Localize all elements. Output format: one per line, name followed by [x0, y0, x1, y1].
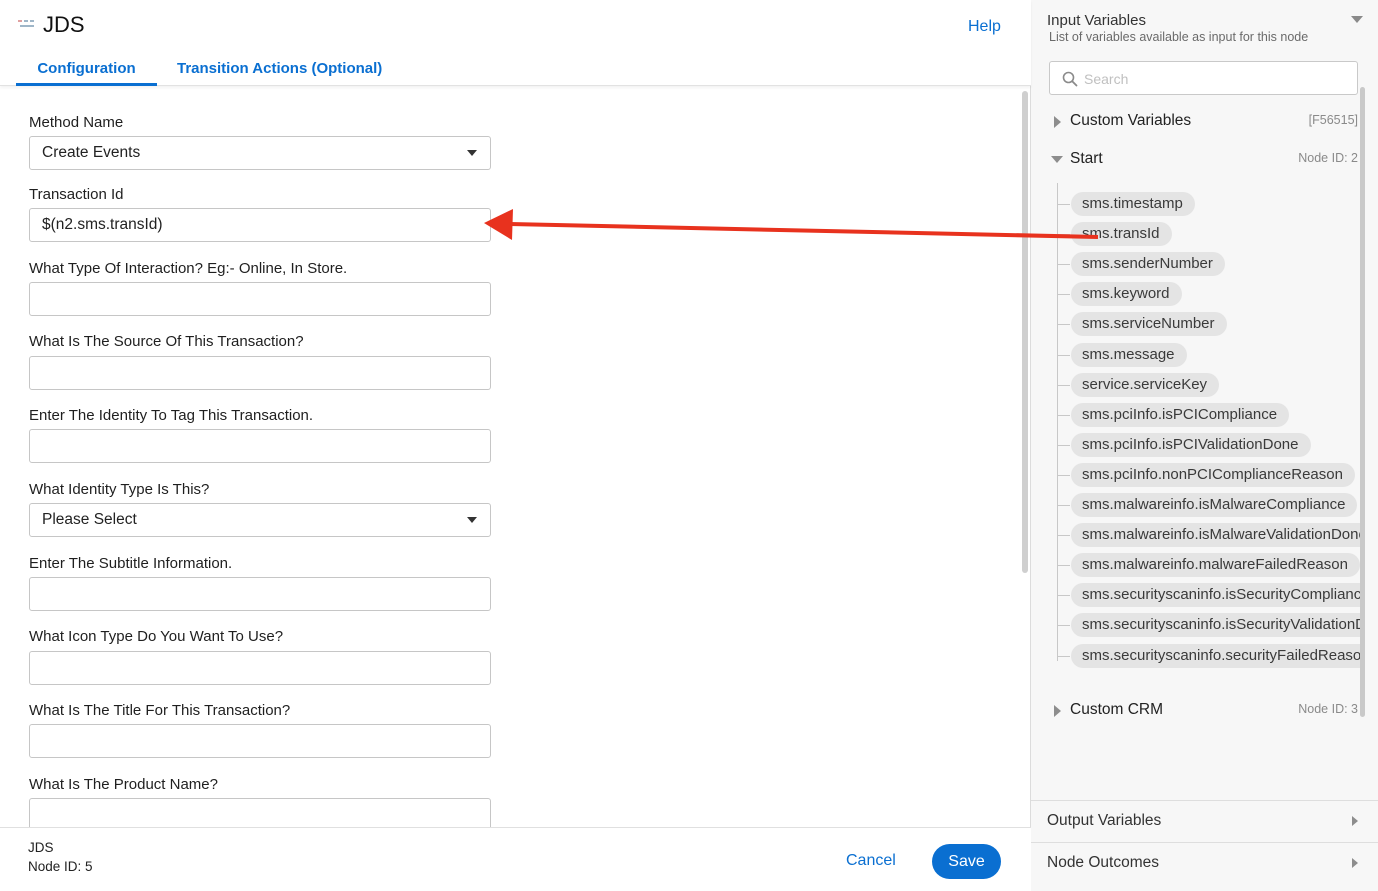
transaction-id-label: Transaction Id	[29, 186, 124, 203]
help-link[interactable]: Help	[968, 18, 1001, 36]
transaction-id-field[interactable]: $(n2.sms.transId)	[29, 208, 491, 242]
output-variables-section[interactable]: Output Variables	[1047, 812, 1161, 830]
tree-branch	[1057, 414, 1070, 416]
variable-pill[interactable]: sms.senderNumber	[1071, 252, 1225, 277]
tree-branch	[1057, 384, 1070, 386]
method-name-label: Method Name	[29, 114, 124, 131]
source-field[interactable]	[29, 356, 491, 390]
variable-pill[interactable]: sms.serviceNumber	[1071, 312, 1227, 337]
identity-field[interactable]	[29, 429, 491, 463]
tree-branch	[1057, 505, 1070, 506]
expand-arrow-icon[interactable]	[1352, 816, 1358, 826]
variable-pill[interactable]: sms.pciInfo.nonPCIComplianceReason	[1071, 462, 1355, 487]
footer-node-id: Node ID: 5	[28, 859, 93, 874]
panel-footer: JDS Node ID: 5 Cancel Save	[0, 827, 1031, 891]
tree-branch	[1057, 294, 1070, 296]
tree-branch	[1057, 204, 1070, 205]
method-name-value: Create Events	[42, 144, 141, 161]
variable-pill[interactable]: sms.malwareinfo.isMalwareValidationDone	[1071, 523, 1360, 548]
group-label: Custom CRM	[1070, 701, 1164, 718]
variable-pill[interactable]: sms.securityscaninfo.isSecurityValidatio…	[1071, 613, 1360, 638]
tree-branch	[1057, 444, 1070, 446]
variable-pill[interactable]: sms.keyword	[1071, 282, 1182, 307]
tree-branch	[1057, 234, 1070, 236]
tree-branch	[1057, 474, 1070, 476]
panel-header: JDS Help Configuration Transition Action…	[0, 0, 1031, 86]
variable-pill[interactable]: sms.malwareinfo.isMalwareCompliance	[1071, 493, 1358, 517]
tree-branch	[1057, 595, 1070, 597]
input-variables-panel: Input Variables List of variables availa…	[1031, 0, 1378, 891]
product-name-field[interactable]	[29, 798, 491, 827]
subtitle-label: Enter The Subtitle Information.	[29, 555, 233, 572]
node-type-icon	[18, 18, 36, 32]
tree-branch	[1057, 324, 1070, 326]
tree-branch	[1057, 655, 1070, 657]
footer-node-name: JDS	[28, 840, 54, 855]
source-label: What Is The Source Of This Transaction?	[29, 333, 304, 350]
title-label: What Is The Title For This Transaction?	[29, 702, 291, 719]
group-meta: Node ID: 3	[1298, 702, 1358, 716]
tree-branch	[1057, 535, 1070, 537]
title-field[interactable]	[29, 724, 491, 758]
cancel-button[interactable]: Cancel	[846, 852, 896, 870]
variable-pill[interactable]: sms.pciInfo.isPCIValidationDone	[1071, 432, 1311, 457]
divider	[1031, 800, 1378, 801]
node-outcomes-section[interactable]: Node Outcomes	[1047, 854, 1159, 872]
chevron-down-icon	[467, 517, 477, 523]
save-button[interactable]: Save	[932, 844, 1001, 879]
config-form: Method Name Create Events Transaction Id…	[0, 87, 1022, 827]
expand-arrow-icon[interactable]	[1352, 858, 1358, 868]
identity-type-label: What Identity Type Is This?	[29, 481, 210, 498]
icon-type-field[interactable]	[29, 651, 491, 685]
tree-branch	[1057, 354, 1070, 356]
form-scrollbar[interactable]	[1022, 91, 1028, 573]
variable-pill[interactable]: sms.securityscaninfo.isSecurityComplianc…	[1071, 583, 1360, 608]
subtitle-field[interactable]	[29, 577, 491, 611]
node-config-panel: JDS Help Configuration Transition Action…	[0, 0, 1031, 891]
identity-type-select[interactable]: Please Select	[29, 503, 491, 537]
variable-pill[interactable]: service.serviceKey	[1071, 372, 1220, 397]
start-variable-list: sms.timestamp sms.transId sms.senderNumber…	[1031, 0, 1360, 891]
icon-type-label: What Icon Type Do You Want To Use?	[29, 628, 284, 645]
tree-branch	[1057, 625, 1070, 627]
identity-label: Enter The Identity To Tag This Transacti…	[29, 407, 314, 424]
variable-pill[interactable]: sms.pciInfo.isPCICompliance	[1071, 402, 1290, 427]
divider	[1031, 842, 1378, 843]
expand-arrow-icon	[1054, 705, 1061, 717]
page-title: JDS	[43, 12, 85, 37]
interaction-type-label: What Type Of Interaction? Eg:- Online, I…	[29, 260, 348, 277]
variable-pill[interactable]: sms.timestamp	[1071, 192, 1195, 216]
identity-type-value: Please Select	[42, 511, 137, 528]
method-name-select[interactable]: Create Events	[29, 136, 491, 170]
variable-pill[interactable]: sms.transId	[1071, 222, 1172, 247]
variable-pill[interactable]: sms.message	[1071, 342, 1187, 367]
product-name-label: What Is The Product Name?	[29, 776, 218, 793]
interaction-type-field[interactable]	[29, 282, 491, 316]
variables-scrollbar[interactable]	[1360, 87, 1365, 717]
group-custom-crm[interactable]: Custom CRM Node ID: 3	[1031, 699, 1363, 723]
variable-pill[interactable]: sms.malwareinfo.malwareFailedReason	[1071, 553, 1360, 578]
tree-branch	[1057, 565, 1070, 567]
tab-configuration[interactable]: Configuration	[16, 60, 157, 86]
variable-pill[interactable]: sms.securityscaninfo.securityFailedReaso…	[1071, 643, 1360, 668]
tree-branch	[1057, 264, 1070, 266]
chevron-down-icon	[467, 150, 477, 156]
tab-transition-actions[interactable]: Transition Actions (Optional)	[177, 60, 382, 77]
